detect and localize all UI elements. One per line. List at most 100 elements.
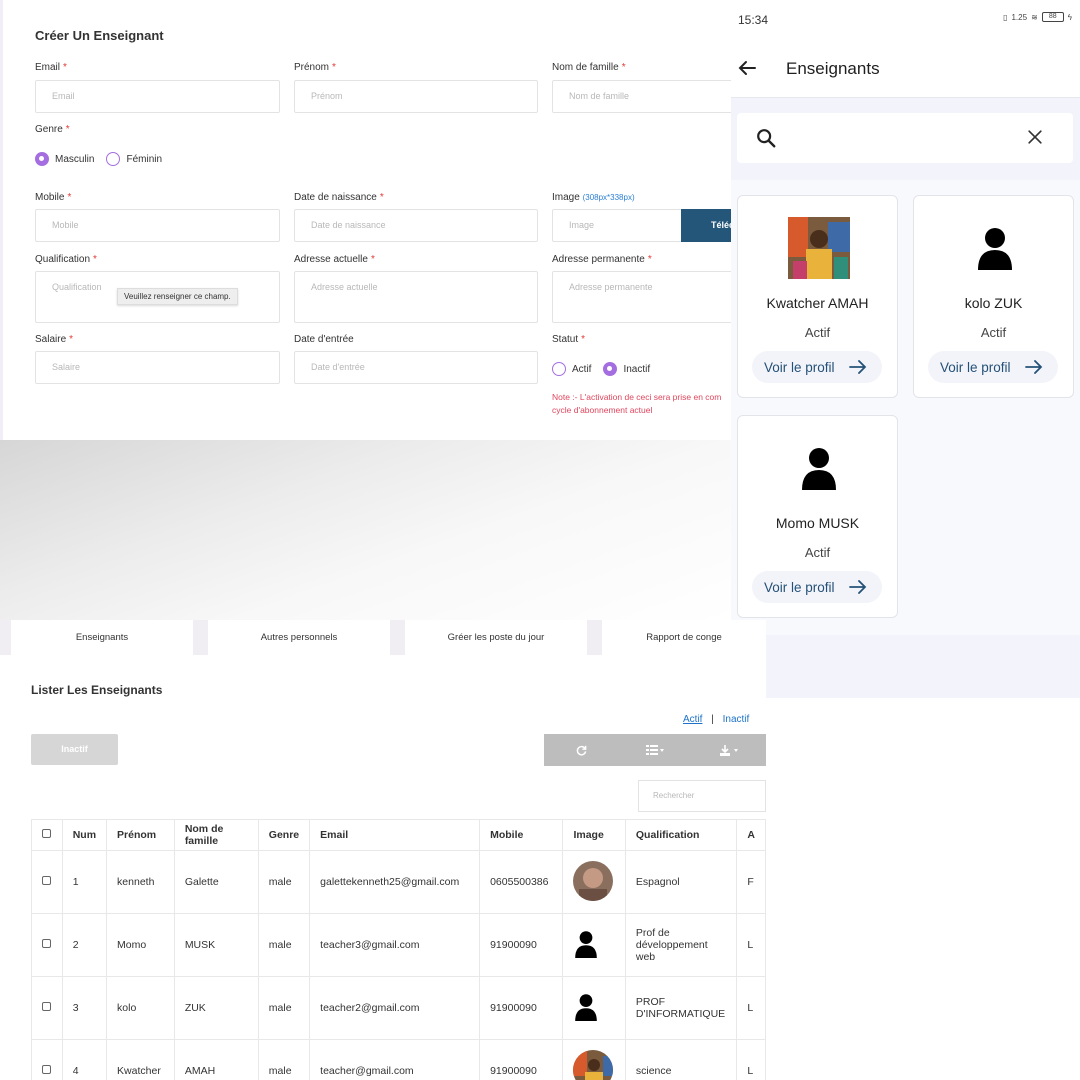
col-mobile[interactable]: Mobile bbox=[479, 819, 564, 851]
cell-firstname: kolo bbox=[106, 976, 175, 1040]
cell-firstname: kenneth bbox=[106, 850, 175, 914]
tab-daily-posts[interactable]: Gréer les poste du jour bbox=[405, 620, 587, 655]
birthdate-label: Date de naissance * bbox=[294, 192, 384, 203]
gender-label: Genre * bbox=[35, 124, 70, 135]
status-inactive-radio[interactable] bbox=[603, 362, 618, 376]
cell-qualification: science bbox=[624, 1039, 738, 1080]
email-field[interactable]: Email bbox=[35, 80, 280, 113]
tab-teachers[interactable]: Enseignants bbox=[11, 620, 193, 655]
form-title: Créer Un Enseignant bbox=[35, 28, 164, 43]
teacher-status: Actif bbox=[804, 545, 831, 560]
firstname-field[interactable]: Prénom bbox=[294, 80, 538, 113]
export-button[interactable] bbox=[692, 734, 766, 766]
gender-female-radio[interactable] bbox=[106, 152, 121, 166]
mobile-field[interactable]: Mobile bbox=[35, 209, 280, 242]
close-icon[interactable] bbox=[1025, 127, 1045, 147]
mobile-teachers-screen: 15:34 ▯ 1.25 ≋ 88 ϟ Enseignants Kwatcher… bbox=[731, 0, 1080, 698]
row-checkbox-cell bbox=[31, 850, 63, 914]
refresh-icon bbox=[576, 745, 586, 755]
table-row: 4 Kwatcher AMAH male teacher@gmail.com 9… bbox=[31, 1039, 766, 1080]
arrow-right-icon bbox=[848, 360, 866, 374]
col-address[interactable]: A bbox=[736, 819, 766, 851]
back-arrow-icon[interactable] bbox=[735, 54, 759, 82]
col-qualification[interactable]: Qualification bbox=[624, 819, 738, 851]
table-toolbar bbox=[544, 734, 766, 766]
teacher-card[interactable]: Kwatcher AMAH Actif Voir le profil bbox=[737, 195, 898, 398]
col-firstname[interactable]: Prénom bbox=[106, 819, 175, 851]
row-checkbox[interactable] bbox=[42, 1065, 51, 1074]
refresh-button[interactable] bbox=[544, 734, 618, 766]
birthdate-field[interactable]: Date de naissance bbox=[294, 209, 538, 242]
cell-image bbox=[562, 976, 626, 1040]
table-search-input[interactable]: Rechercher bbox=[638, 780, 766, 812]
select-all-checkbox[interactable] bbox=[42, 829, 51, 838]
row-checkbox[interactable] bbox=[42, 876, 51, 885]
upload-button[interactable]: Téléc bbox=[681, 209, 731, 242]
col-image[interactable]: Image bbox=[562, 819, 626, 851]
filter-inactive-link[interactable]: Inactif bbox=[723, 714, 750, 725]
cell-lastname: ZUK bbox=[173, 976, 259, 1040]
cell-mobile: 0605500386 bbox=[479, 850, 564, 914]
teacher-photo bbox=[788, 217, 850, 279]
current-address-field[interactable]: Adresse actuelle bbox=[294, 271, 538, 323]
entry-date-field[interactable]: Date d'entrée bbox=[294, 351, 538, 384]
row-checkbox[interactable] bbox=[42, 939, 51, 948]
status-bar: 15:34 ▯ 1.25 ≋ 88 ϟ bbox=[731, 0, 1080, 42]
view-profile-button[interactable]: Voir le profil bbox=[752, 351, 882, 383]
cell-firstname: Momo bbox=[106, 913, 175, 977]
lastname-field[interactable]: Nom de famille bbox=[552, 80, 731, 113]
view-profile-label: Voir le profil bbox=[764, 579, 835, 595]
search-input[interactable] bbox=[737, 113, 1073, 163]
salary-field[interactable]: Salaire bbox=[35, 351, 280, 384]
cell-num: 4 bbox=[61, 1039, 108, 1080]
inactive-button[interactable]: Inactif bbox=[31, 734, 118, 765]
permanent-address-field[interactable]: Adresse permanente bbox=[552, 271, 731, 323]
cell-address: F bbox=[736, 850, 766, 914]
teacher-photo bbox=[573, 860, 614, 901]
arrow-right-icon bbox=[1024, 360, 1042, 374]
cell-num: 3 bbox=[61, 976, 108, 1040]
validation-tooltip: Veuillez renseigner ce champ. bbox=[117, 288, 238, 305]
cell-image bbox=[562, 850, 626, 914]
col-gender[interactable]: Genre bbox=[257, 819, 311, 851]
col-num[interactable]: Num bbox=[61, 819, 108, 851]
app-bar: Enseignants bbox=[731, 42, 1080, 98]
gender-female-label: Féminin bbox=[126, 153, 163, 165]
view-profile-button[interactable]: Voir le profil bbox=[752, 571, 882, 603]
avatar-placeholder-icon bbox=[788, 437, 850, 499]
row-checkbox[interactable] bbox=[42, 1002, 51, 1011]
permanent-address-label: Adresse permanente * bbox=[552, 254, 652, 265]
view-profile-button[interactable]: Voir le profil bbox=[928, 351, 1058, 383]
firstname-label: Prénom * bbox=[294, 62, 336, 73]
teacher-status: Actif bbox=[980, 325, 1007, 340]
arrow-right-icon bbox=[848, 580, 866, 594]
current-address-label: Adresse actuelle * bbox=[294, 254, 375, 265]
image-field[interactable]: Image bbox=[552, 209, 682, 242]
teacher-photo bbox=[573, 1049, 614, 1080]
teacher-card[interactable]: kolo ZUK Actif Voir le profil bbox=[913, 195, 1074, 398]
col-email[interactable]: Email bbox=[309, 819, 481, 851]
salary-label: Salaire * bbox=[35, 334, 74, 345]
cell-lastname: Galette bbox=[173, 850, 259, 914]
avatar-placeholder-icon bbox=[575, 930, 598, 958]
cell-address: L bbox=[736, 976, 766, 1040]
cell-gender: male bbox=[257, 1039, 311, 1080]
create-teacher-form: Créer Un Enseignant Email * Email Prénom *… bbox=[0, 0, 731, 440]
cell-address: L bbox=[736, 913, 766, 977]
cell-email: teacher2@gmail.com bbox=[309, 976, 481, 1040]
table-row: 3 kolo ZUK male teacher2@gmail.com 91900… bbox=[31, 976, 766, 1040]
view-profile-label: Voir le profil bbox=[764, 359, 835, 375]
email-label: Email * bbox=[35, 62, 67, 73]
teacher-card[interactable]: Momo MUSK Actif Voir le profil bbox=[737, 415, 898, 618]
gender-male-radio[interactable] bbox=[35, 152, 49, 166]
filter-active-link[interactable]: Actif bbox=[683, 714, 702, 725]
cell-firstname: Kwatcher bbox=[106, 1039, 175, 1080]
status-active-radio[interactable] bbox=[552, 362, 566, 376]
tab-leave-report[interactable]: Rapport de conge bbox=[602, 620, 766, 655]
row-checkbox-cell bbox=[31, 913, 63, 977]
col-lastname[interactable]: Nom de famille bbox=[173, 819, 259, 851]
table-header-row: Num Prénom Nom de famille Genre Email Mo… bbox=[31, 819, 766, 851]
tab-other-staff[interactable]: Autres personnels bbox=[208, 620, 390, 655]
columns-button[interactable] bbox=[618, 734, 692, 766]
activation-note: Note :- L'activation de ceci sera prise … bbox=[552, 392, 722, 415]
